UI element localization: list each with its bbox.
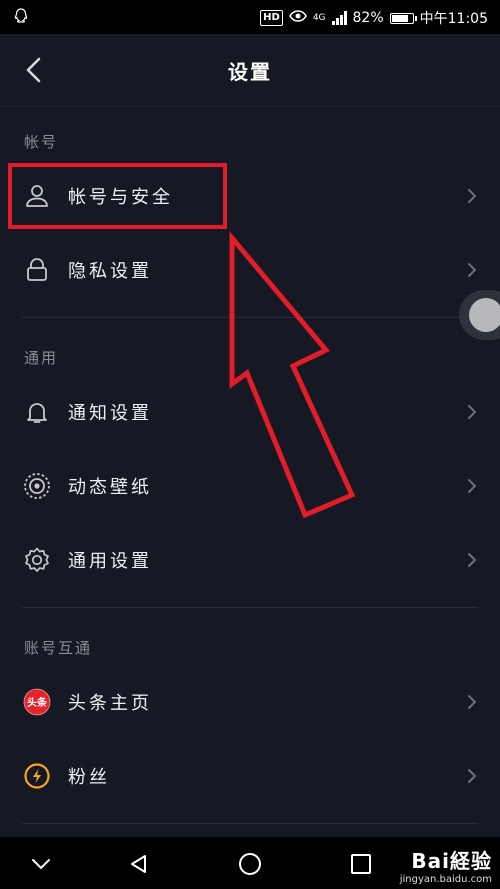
qq-notification-icon: [14, 8, 28, 28]
chevron-right-icon: [468, 553, 477, 567]
battery-percent: 82%: [352, 10, 384, 26]
page-title: 设置: [228, 60, 272, 84]
fans-icon: [22, 761, 52, 791]
wallpaper-icon: [22, 471, 52, 501]
network-type: 4G: [312, 12, 326, 23]
toutiao-badge-text: 头条: [27, 696, 48, 709]
settings-item-label: 通用设置: [68, 551, 152, 572]
chevron-right-icon: [468, 263, 477, 277]
section-title-account: 帐号: [24, 133, 59, 151]
section-divider: [22, 317, 478, 318]
signal-icon: [331, 11, 347, 25]
settings-item-label: 动态壁纸: [68, 477, 152, 498]
chevron-right-icon: [468, 769, 477, 783]
settings-item-label: 粉丝: [68, 767, 110, 788]
gear-icon: [22, 545, 52, 575]
floating-assistive-button[interactable]: [459, 290, 500, 340]
settings-item-general[interactable]: 通用设置: [0, 530, 500, 590]
settings-item-live-wallpaper[interactable]: 动态壁纸: [0, 456, 500, 516]
hd-badge: HD: [260, 10, 283, 26]
lock-icon: [22, 255, 52, 285]
chevron-right-icon: [468, 479, 477, 493]
settings-item-toutiao-homepage[interactable]: 头条 头条主页: [0, 672, 500, 732]
chevron-right-icon: [468, 695, 477, 709]
settings-item-label: 通知设置: [68, 403, 152, 424]
section-title-general: 通用: [24, 349, 59, 367]
bell-icon: [22, 397, 52, 427]
settings-item-label: 头条主页: [68, 693, 152, 714]
square-recents-icon: [351, 854, 371, 874]
baidu-jingyan-watermark: Bai経验 jingyan.baidu.com: [400, 845, 492, 885]
watermark-logo: Bai経验: [411, 849, 492, 873]
battery-icon: [389, 12, 417, 24]
eye-icon: [288, 10, 307, 26]
triangle-back-icon: [131, 855, 146, 873]
circle-home-icon: [239, 853, 261, 875]
section-divider: [22, 607, 478, 608]
clock: 中午11:05: [419, 11, 488, 27]
nav-collapse-button[interactable]: [24, 847, 58, 881]
chevron-right-icon: [468, 189, 477, 203]
settings-item-privacy[interactable]: 隐私设置: [0, 240, 500, 300]
nav-home-button[interactable]: [233, 847, 267, 881]
settings-item-notifications[interactable]: 通知设置: [0, 382, 500, 442]
section-divider: [22, 823, 478, 824]
system-nav-bar: Bai経验 jingyan.baidu.com: [0, 837, 500, 889]
nav-back-button[interactable]: [122, 847, 156, 881]
annotation-highlight-box: [8, 163, 227, 229]
chevron-down-icon: [32, 859, 50, 870]
watermark-site: jingyan.baidu.com: [399, 874, 492, 885]
toutiao-icon: 头条: [22, 687, 52, 717]
settings-item-fans[interactable]: 粉丝: [0, 746, 500, 806]
settings-item-label: 隐私设置: [68, 261, 152, 282]
section-title-account-linking: 账号互通: [24, 639, 93, 657]
header: 设置: [0, 34, 500, 107]
nav-recents-button[interactable]: [344, 847, 378, 881]
chevron-right-icon: [468, 405, 477, 419]
status-bar: HD 4G 82% 中午11:05: [0, 0, 500, 34]
